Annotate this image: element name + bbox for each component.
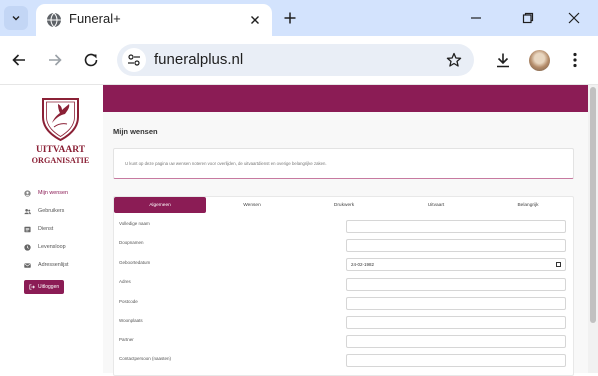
window-close-button[interactable] bbox=[564, 8, 584, 28]
wishes-form: Algemeen Wensen Drukwerk Uitvaart Belang… bbox=[113, 196, 574, 376]
logo-text-line2: ORGANISATIE bbox=[31, 156, 90, 165]
input-doopnamen[interactable] bbox=[346, 239, 566, 252]
users-icon bbox=[24, 208, 31, 214]
sidebar-item-label: Levensloop bbox=[38, 244, 66, 250]
label-geboortedatum: Geboortedatum bbox=[119, 260, 151, 265]
date-value: 24-02-1982 bbox=[351, 262, 375, 267]
sidebar-item-label: Dienst bbox=[38, 226, 54, 232]
scrollbar-thumb[interactable] bbox=[590, 87, 596, 323]
more-vert-icon bbox=[573, 52, 577, 68]
bookmark-button[interactable] bbox=[444, 50, 464, 70]
logout-label: Uitloggen bbox=[38, 284, 60, 290]
sidebar-item-label: Mijn wensen bbox=[38, 190, 68, 196]
label-volledige-naam: Volledige naam bbox=[119, 221, 150, 226]
input-volledige-naam[interactable] bbox=[346, 220, 566, 233]
tab-wensen[interactable]: Wensen bbox=[206, 197, 298, 213]
minimize-icon bbox=[471, 17, 481, 19]
label-postcode: Postcode bbox=[119, 299, 138, 304]
sidebar-item-adressenlijst[interactable]: Adressenlijst bbox=[24, 256, 69, 274]
tab-title: Funeral+ bbox=[69, 11, 121, 26]
label-doopnamen: Doopnamen bbox=[119, 240, 144, 245]
tab-search-button[interactable] bbox=[4, 6, 28, 30]
logout-icon bbox=[29, 284, 35, 290]
label-adres: Adres bbox=[119, 279, 131, 284]
sidebar-item-mijn-wensen[interactable]: Mijn wensen bbox=[24, 184, 69, 202]
main-content: Mijn wensen U kunt op deze pagina uw wen… bbox=[103, 85, 598, 376]
label-partner: Partner bbox=[119, 337, 134, 342]
new-tab-button[interactable] bbox=[280, 8, 300, 28]
browser-tab[interactable]: Funeral+ bbox=[36, 4, 272, 36]
address-bar[interactable]: funeralplus.nl bbox=[117, 44, 474, 76]
input-geboortedatum[interactable]: 24-02-1982 bbox=[346, 258, 566, 271]
sidebar-item-label: Adressenlijst bbox=[38, 262, 69, 268]
tab-uitvaart[interactable]: Uitvaart bbox=[390, 197, 482, 213]
reload-button[interactable] bbox=[81, 50, 101, 70]
page-title: Mijn wensen bbox=[113, 127, 158, 136]
label-woonplaats: Woonplaats bbox=[119, 318, 143, 323]
sidebar-item-dienst[interactable]: Dienst bbox=[24, 220, 69, 238]
plus-icon bbox=[284, 12, 296, 24]
input-woonplaats[interactable] bbox=[346, 316, 566, 329]
tab-belangrijk[interactable]: Belangrijk bbox=[482, 197, 574, 213]
site-info-button[interactable] bbox=[122, 48, 146, 72]
info-panel: U kunt op deze pagina uw wensen noteren … bbox=[113, 148, 574, 179]
tab-close-button[interactable] bbox=[246, 11, 264, 29]
organisation-logo[interactable]: UITVAART ORGANISATIE bbox=[24, 93, 97, 171]
downloads-button[interactable] bbox=[493, 50, 513, 70]
sidebar-item-levensloop[interactable]: Levensloop bbox=[24, 238, 69, 256]
info-text: U kunt op deze pagina uw wensen noteren … bbox=[125, 161, 327, 166]
globe-icon bbox=[47, 12, 61, 28]
close-icon bbox=[251, 16, 259, 24]
input-partner[interactable] bbox=[346, 335, 566, 348]
restore-button[interactable] bbox=[518, 8, 538, 28]
input-postcode[interactable] bbox=[346, 297, 566, 310]
arrow-left-icon bbox=[12, 54, 25, 66]
dove-shield-icon bbox=[42, 98, 79, 142]
page-viewport: UITVAART ORGANISATIE Mijn wensen Gebruik… bbox=[0, 84, 598, 376]
sidebar-item-label: Gebruikers bbox=[38, 208, 65, 214]
url-text: funeralplus.nl bbox=[154, 51, 244, 68]
minimize-button[interactable] bbox=[466, 8, 486, 28]
person-circle-icon bbox=[24, 189, 31, 197]
input-contactpersoon[interactable] bbox=[346, 354, 566, 367]
label-contactpersoon: Contactpersoon (naasten) bbox=[119, 356, 172, 361]
input-adres[interactable] bbox=[346, 278, 566, 291]
browser-menu-button[interactable] bbox=[565, 50, 585, 70]
reload-icon bbox=[84, 53, 98, 67]
sidebar: UITVAART ORGANISATIE Mijn wensen Gebruik… bbox=[0, 85, 103, 373]
logout-button[interactable]: Uitloggen bbox=[24, 280, 64, 294]
arrow-right-icon bbox=[49, 54, 62, 66]
list-icon bbox=[24, 226, 31, 232]
restore-icon bbox=[522, 12, 534, 24]
clock-icon bbox=[24, 243, 31, 251]
envelope-icon bbox=[24, 262, 31, 268]
sidebar-nav: Mijn wensen Gebruikers Dienst Levensloop… bbox=[24, 184, 69, 274]
chevron-down-icon bbox=[12, 16, 20, 21]
tune-icon bbox=[128, 54, 140, 66]
sidebar-item-gebruikers[interactable]: Gebruikers bbox=[24, 202, 69, 220]
download-icon bbox=[497, 53, 509, 68]
browser-tabstrip: Funeral+ bbox=[0, 0, 598, 36]
tab-algemeen[interactable]: Algemeen bbox=[114, 197, 206, 213]
profile-avatar[interactable] bbox=[529, 50, 550, 71]
star-icon bbox=[446, 52, 462, 67]
close-icon bbox=[568, 12, 580, 24]
form-tabs: Algemeen Wensen Drukwerk Uitvaart Belang… bbox=[114, 197, 575, 213]
calendar-icon[interactable] bbox=[556, 262, 561, 267]
logo-text-line1: UITVAART bbox=[35, 145, 86, 155]
header-banner bbox=[103, 85, 598, 112]
browser-toolbar: funeralplus.nl bbox=[0, 36, 598, 84]
forward-button[interactable] bbox=[45, 50, 65, 70]
back-button[interactable] bbox=[9, 50, 29, 70]
tab-drukwerk[interactable]: Drukwerk bbox=[298, 197, 390, 213]
